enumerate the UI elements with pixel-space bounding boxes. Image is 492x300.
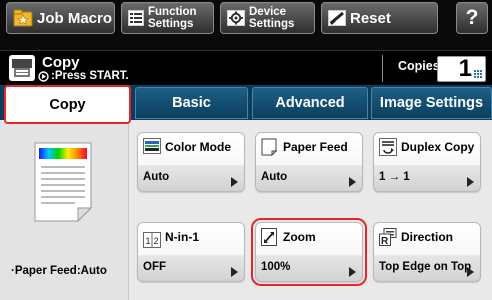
duplex-copy-icon [379, 138, 397, 156]
document-preview-icon [34, 142, 92, 222]
device-settings-label: Device Settings [249, 6, 295, 30]
tile-title: Color Mode [165, 140, 231, 154]
n-in-1-button[interactable]: 1 2 N-in-1 OFF [137, 222, 245, 282]
preview-panel: ·Paper Feed:Auto [0, 120, 129, 300]
paper-feed-button[interactable]: Paper Feed Auto [255, 132, 363, 192]
n-in-1-icon: 1 2 [143, 232, 161, 248]
tile-title: Duplex Copy [401, 140, 475, 154]
status-message-text: :Press START. [51, 70, 129, 82]
reset-icon [328, 10, 346, 26]
play-arrow-icon [349, 267, 356, 277]
job-macro-label: Job Macro [37, 9, 113, 27]
color-mode-button[interactable]: Color Mode Auto [137, 132, 245, 192]
tab-basic[interactable]: Basic [135, 87, 248, 119]
tile-title: N-in-1 [165, 230, 199, 244]
tile-value: Auto [261, 171, 288, 183]
tile-value: 1 → 1 [379, 171, 410, 183]
svg-text:2: 2 [154, 236, 159, 246]
star-folder-icon [13, 9, 33, 27]
tile-value: OFF [143, 261, 166, 273]
status-bar: Copy :Press START. Copies: 1 [0, 50, 492, 85]
tab-advanced[interactable]: Advanced [252, 87, 368, 119]
function-settings-icon [128, 10, 144, 26]
help-icon: ? [465, 6, 479, 29]
zoom-icon [261, 228, 277, 246]
function-settings-label: Function Settings [148, 6, 197, 30]
direction-icon: R [379, 228, 397, 246]
play-arrow-icon [467, 267, 474, 277]
copy-app-icon [9, 55, 35, 81]
tile-title: Zoom [283, 230, 316, 244]
paper-feed-icon [261, 138, 277, 156]
tile-value: 100% [261, 261, 291, 273]
duplex-copy-button[interactable]: Duplex Copy 1 → 1 [373, 132, 481, 192]
tab-bar: Copy Basic Advanced Image Settings [0, 85, 492, 124]
play-arrow-icon [231, 177, 238, 187]
svg-text:1: 1 [146, 236, 151, 246]
play-arrow-icon [349, 177, 356, 187]
tab-copy[interactable]: Copy [4, 85, 131, 124]
play-arrow-icon [231, 267, 238, 277]
tab-image-settings[interactable]: Image Settings [371, 87, 492, 119]
device-settings-button[interactable]: Device Settings [220, 2, 315, 34]
copies-value: 1 [458, 55, 472, 82]
top-toolbar: Job Macro Function Settings Device Setti… [0, 0, 492, 50]
main-content: ·Paper Feed:Auto Color Mode Auto Paper F… [0, 120, 492, 300]
start-icon [38, 70, 49, 82]
paper-feed-summary: ·Paper Feed:Auto [11, 265, 107, 277]
svg-text:R: R [381, 236, 389, 246]
device-settings-icon [227, 10, 245, 26]
keypad-icon [474, 70, 482, 78]
page-title: Copy [42, 54, 80, 71]
divider [382, 55, 383, 82]
play-arrow-icon [467, 177, 474, 187]
tile-value: Auto [143, 171, 170, 183]
direction-button[interactable]: R Direction Top Edge on Top [373, 222, 481, 282]
copies-input[interactable]: 1 [437, 55, 486, 82]
function-settings-button[interactable]: Function Settings [121, 2, 214, 34]
zoom-button[interactable]: Zoom 100% [251, 218, 367, 286]
tile-value: Top Edge on Top [379, 261, 472, 273]
reset-button[interactable]: Reset [321, 2, 438, 34]
help-button[interactable]: ? [456, 2, 488, 34]
status-message: :Press START. [38, 70, 129, 82]
reset-label: Reset [350, 9, 391, 27]
tile-title: Paper Feed [283, 140, 348, 154]
color-mode-icon [143, 138, 161, 154]
tile-title: Direction [401, 230, 454, 244]
job-macro-button[interactable]: Job Macro [6, 2, 115, 34]
